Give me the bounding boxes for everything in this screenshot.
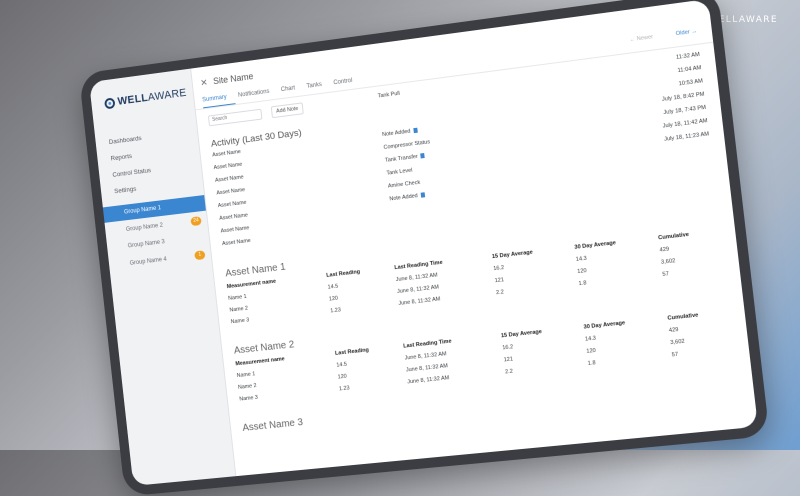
newer-button[interactable]: ← Newer xyxy=(629,34,654,52)
tab-chart[interactable]: Chart xyxy=(280,80,303,98)
logo-text-thin: AWARE xyxy=(147,86,188,104)
close-icon[interactable]: ✕ xyxy=(200,77,208,89)
logo-text-bold: WELL xyxy=(117,92,149,108)
group-item-label: Group Name 1 xyxy=(123,205,162,216)
group-list: Group Name 1 Group Name 2 24 Group Name … xyxy=(102,195,212,275)
summary-content: Add Note Activity (Last 30 Days) Asset N… xyxy=(196,43,753,435)
main-panel: ✕ Site Name Summary Notifications Chart … xyxy=(191,0,758,476)
group-item-label: Group Name 2 xyxy=(125,222,164,233)
activity-event-label: Tank Transfer xyxy=(384,153,419,164)
activity-events: Tank Pull Note Added Compressor Status T… xyxy=(377,75,516,232)
group-item-label: Group Name 3 xyxy=(127,239,166,250)
tablet-frame: WELLAWARE Dashboards Reports Control Sta… xyxy=(78,0,770,496)
note-icon[interactable] xyxy=(420,192,425,198)
note-icon[interactable] xyxy=(420,153,426,159)
logo-text: WELLAWARE xyxy=(117,87,187,108)
wellaware-logo[interactable]: WELLAWARE xyxy=(89,69,194,115)
notification-badge: 1 xyxy=(194,250,206,261)
older-button[interactable]: Older → xyxy=(676,28,699,46)
activity-assets: Asset Name Asset Name Asset Name Asset N… xyxy=(208,91,393,251)
activity-times: 11:32 AM 11:04 AM 10:53 AM July 18, 8:42… xyxy=(500,49,716,217)
group-item-label: Group Name 4 xyxy=(129,256,167,267)
logo-icon xyxy=(104,96,116,109)
sidebar-nav: Dashboards Reports Control Status Settin… xyxy=(95,123,204,202)
note-icon[interactable] xyxy=(413,127,418,134)
activity-event-label: Note Added xyxy=(389,193,419,203)
activity-event-label: Note Added xyxy=(381,128,411,139)
tab-tanks[interactable]: Tanks xyxy=(306,77,331,95)
notification-badge: 24 xyxy=(190,216,202,227)
app-screen: WELLAWARE Dashboards Reports Control Sta… xyxy=(89,0,759,486)
